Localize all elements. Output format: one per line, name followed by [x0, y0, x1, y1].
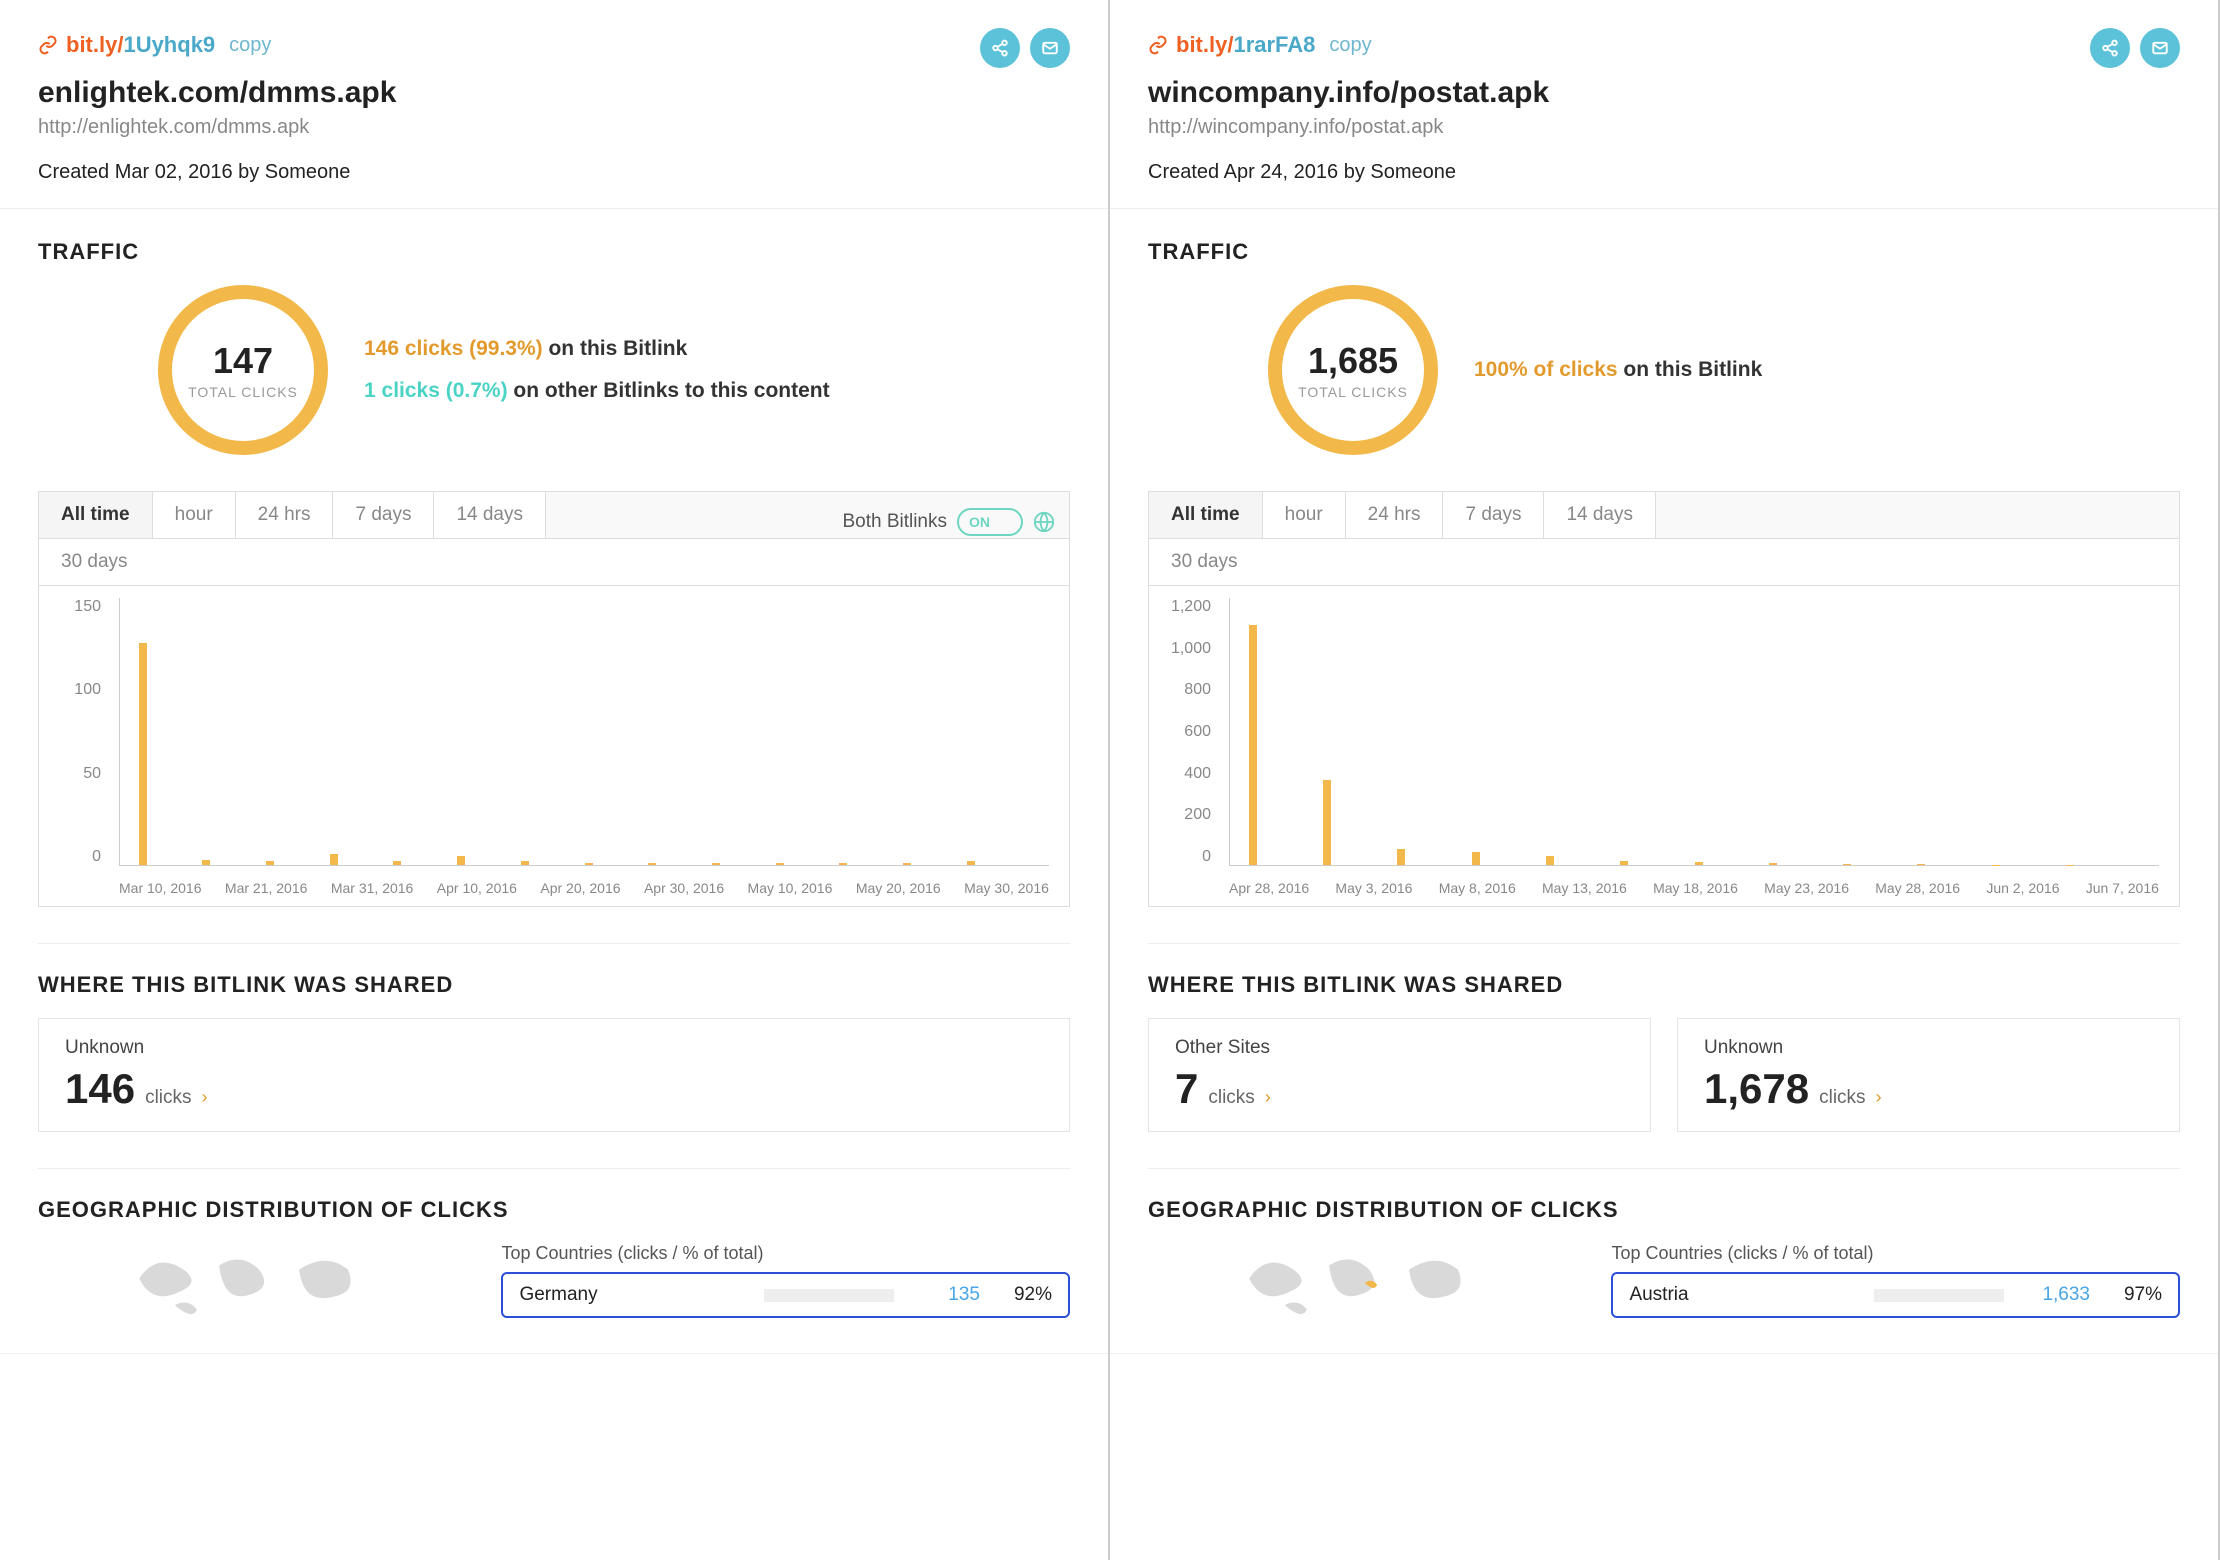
referrer-box[interactable]: Unknown1,678clicks›: [1677, 1018, 2180, 1132]
country-row[interactable]: Austria 1,633 97%: [1611, 1272, 2180, 1318]
tab-all-time[interactable]: All time: [39, 492, 153, 538]
email-button[interactable]: [1030, 28, 1070, 68]
world-map: [1148, 1243, 1581, 1323]
country-row[interactable]: Germany 135 92%: [501, 1272, 1070, 1318]
shared-title: WHERE THIS BITLINK WAS SHARED: [38, 972, 1070, 998]
time-range-tabs: All time hour 24 hrs 7 days 14 days 30 d…: [1149, 492, 2179, 586]
stats-panel-left: bit.ly/1Uyhqk9 copy enlightek.com/dmms.a…: [0, 0, 1110, 1560]
shared-title: WHERE THIS BITLINK WAS SHARED: [1148, 972, 2180, 998]
chart-area: 150100500 Mar 10, 2016Mar 21, 2016Mar 31…: [39, 586, 1069, 906]
referrer-box[interactable]: Other Sites7clicks›: [1148, 1018, 1651, 1132]
x-axis: Apr 28, 2016May 3, 2016May 8, 2016May 13…: [1229, 880, 2159, 896]
created-line: Created Apr 24, 2016 by Someone: [1148, 161, 2180, 184]
stats-panel-right: bit.ly/1rarFA8 copy wincompany.info/post…: [1110, 0, 2220, 1560]
traffic-chart: All time hour 24 hrs 7 days 14 days 30 d…: [1148, 491, 2180, 907]
chart-plot: [1229, 598, 2159, 866]
geo-title: GEOGRAPHIC DISTRIBUTION OF CLICKS: [1148, 1197, 2180, 1223]
total-clicks-donut: 1,685 TOTAL CLICKS: [1268, 285, 1438, 455]
tab-24hrs[interactable]: 24 hrs: [1346, 492, 1444, 538]
y-axis: 1,2001,0008006004002000: [1149, 598, 1221, 866]
click-breakdown: 146 clicks (99.3%) on this Bitlink 1 cli…: [364, 328, 830, 412]
tab-14days[interactable]: 14 days: [1544, 492, 1656, 538]
globe-icon: [1033, 511, 1055, 533]
bitly-domain[interactable]: bit.ly/1rarFA8: [1176, 32, 1315, 58]
total-clicks-value: 1,685: [1308, 340, 1398, 382]
tab-24hrs[interactable]: 24 hrs: [236, 492, 334, 538]
header: bit.ly/1rarFA8 copy wincompany.info/post…: [1110, 0, 2218, 209]
share-button[interactable]: [2090, 28, 2130, 68]
header-actions: [2090, 28, 2180, 68]
share-button[interactable]: [980, 28, 1020, 68]
shared-boxes: Other Sites7clicks›Unknown1,678clicks›: [1148, 1018, 2180, 1132]
chart-plot: [119, 598, 1049, 866]
short-link-row: bit.ly/1rarFA8 copy: [1148, 32, 2180, 58]
email-button[interactable]: [2140, 28, 2180, 68]
traffic-section: TRAFFIC 147 TOTAL CLICKS 146 clicks (99.…: [0, 209, 1108, 1354]
total-clicks-label: TOTAL CLICKS: [188, 384, 298, 400]
tab-30days[interactable]: 30 days: [1149, 538, 2179, 585]
traffic-chart: Both Bitlinks ON All time hour 24 hrs 7 …: [38, 491, 1070, 907]
tab-hour[interactable]: hour: [153, 492, 236, 538]
shared-boxes: Unknown146clicks›: [38, 1018, 1070, 1132]
tab-14days[interactable]: 14 days: [434, 492, 546, 538]
referrer-box[interactable]: Unknown146clicks›: [38, 1018, 1070, 1132]
traffic-title: TRAFFIC: [38, 239, 1070, 265]
copy-button[interactable]: copy: [1329, 34, 1371, 57]
top-countries-label: Top Countries (clicks / % of total): [1611, 1243, 2180, 1264]
toggle-pill[interactable]: ON: [957, 508, 1023, 536]
click-breakdown: 100% of clicks on this Bitlink: [1474, 349, 1762, 391]
time-range-tabs: All time hour 24 hrs 7 days 14 days 30 d…: [39, 492, 1069, 586]
tab-hour[interactable]: hour: [1263, 492, 1346, 538]
long-url[interactable]: http://wincompany.info/postat.apk: [1148, 116, 2180, 139]
top-countries: Top Countries (clicks / % of total) Germ…: [501, 1243, 1070, 1318]
created-line: Created Mar 02, 2016 by Someone: [38, 161, 1070, 184]
copy-button[interactable]: copy: [229, 34, 271, 57]
page-title: wincompany.info/postat.apk: [1148, 76, 2180, 110]
link-icon: [1148, 35, 1168, 55]
world-map: [38, 1243, 471, 1323]
chart-area: 1,2001,0008006004002000 Apr 28, 2016May …: [1149, 586, 2179, 906]
tab-7days[interactable]: 7 days: [1443, 492, 1544, 538]
long-url[interactable]: http://enlightek.com/dmms.apk: [38, 116, 1070, 139]
total-clicks-label: TOTAL CLICKS: [1298, 384, 1408, 400]
both-bitlinks-toggle[interactable]: Both Bitlinks ON: [842, 508, 1055, 536]
traffic-section: TRAFFIC 1,685 TOTAL CLICKS 100% of click…: [1110, 209, 2218, 1354]
top-countries: Top Countries (clicks / % of total) Aust…: [1611, 1243, 2180, 1318]
top-countries-label: Top Countries (clicks / % of total): [501, 1243, 1070, 1264]
tab-all-time[interactable]: All time: [1149, 492, 1263, 538]
page-title: enlightek.com/dmms.apk: [38, 76, 1070, 110]
x-axis: Mar 10, 2016Mar 21, 2016Mar 31, 2016Apr …: [119, 880, 1049, 896]
total-clicks-donut: 147 TOTAL CLICKS: [158, 285, 328, 455]
header-actions: [980, 28, 1070, 68]
y-axis: 150100500: [39, 598, 111, 866]
header: bit.ly/1Uyhqk9 copy enlightek.com/dmms.a…: [0, 0, 1108, 209]
tab-30days[interactable]: 30 days: [39, 538, 1069, 585]
traffic-title: TRAFFIC: [1148, 239, 2180, 265]
link-icon: [38, 35, 58, 55]
tab-7days[interactable]: 7 days: [333, 492, 434, 538]
total-clicks-value: 147: [213, 340, 273, 382]
bitly-domain[interactable]: bit.ly/1Uyhqk9: [66, 32, 215, 58]
short-link-row: bit.ly/1Uyhqk9 copy: [38, 32, 1070, 58]
geo-title: GEOGRAPHIC DISTRIBUTION OF CLICKS: [38, 1197, 1070, 1223]
